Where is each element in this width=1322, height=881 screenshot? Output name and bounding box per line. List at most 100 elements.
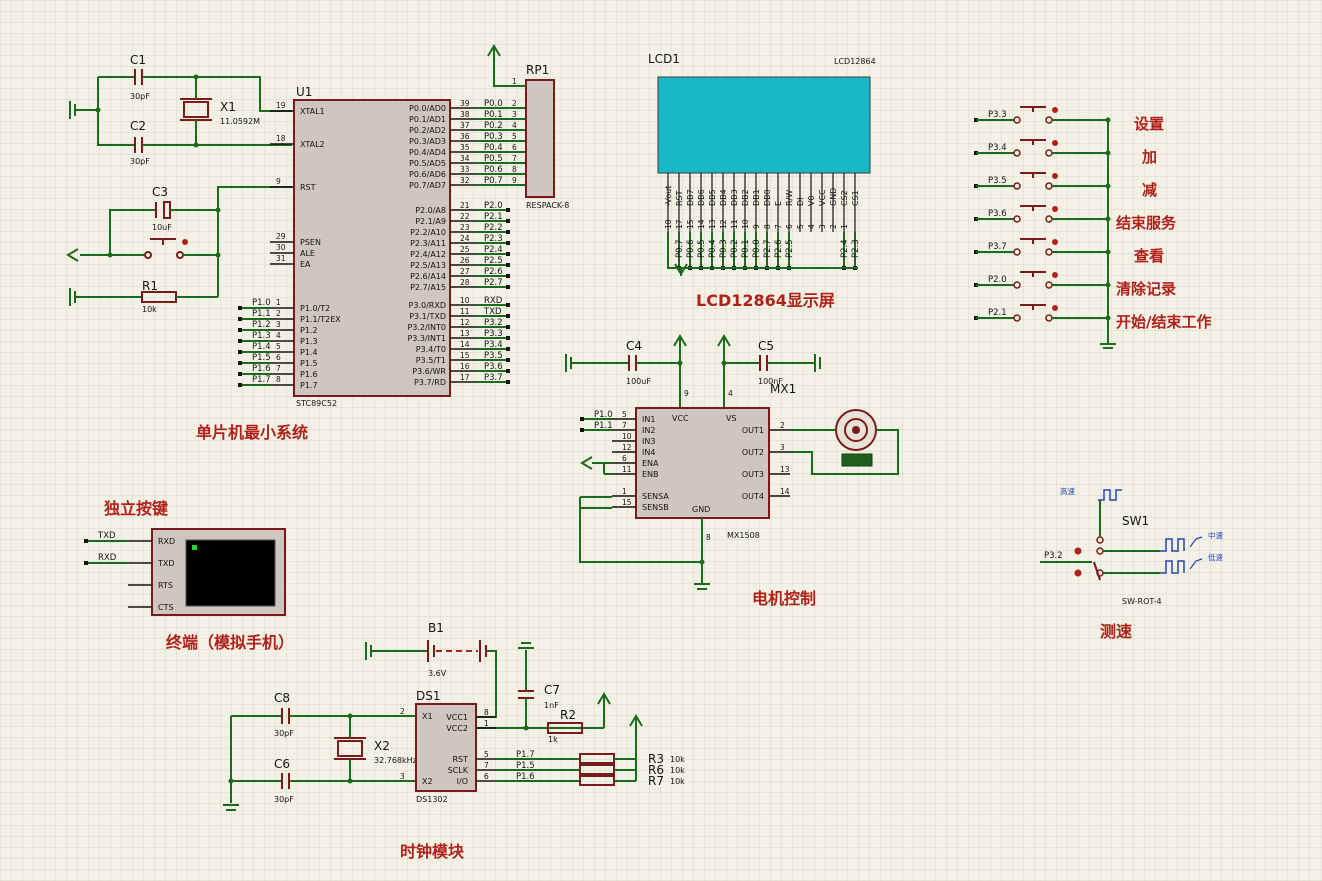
lcd-pin-number: 11 bbox=[730, 219, 739, 229]
u1-net-label: P0.1 bbox=[484, 110, 503, 120]
mx1-pin-number: 4 bbox=[728, 389, 733, 398]
lcd-pin-name: -Vout bbox=[664, 186, 673, 206]
net-terminal bbox=[506, 208, 510, 212]
lcd-pin-name: CS1 bbox=[851, 190, 860, 206]
ds1-part: DS1302 bbox=[416, 795, 448, 804]
u1-net-label: P0.6 bbox=[484, 165, 503, 175]
junction-dot bbox=[1105, 249, 1111, 255]
net-terminal bbox=[238, 383, 242, 387]
lcd-pin-number: 1 bbox=[840, 224, 849, 229]
button-label: 结束服务 bbox=[1116, 214, 1177, 232]
u1-pin-number: 1 bbox=[276, 298, 281, 307]
u1-pin-number: 24 bbox=[460, 234, 470, 243]
ds1-pin-number: 5 bbox=[484, 750, 489, 759]
lcd-net-label: P0.6 bbox=[686, 239, 696, 258]
microcontroller-u1[interactable]: U1 STC89C52 19XTAL118XTAL29RST29PSEN30AL… bbox=[270, 85, 526, 408]
terminal-pin-name: CTS bbox=[158, 603, 174, 612]
lcd-pin-name: GND bbox=[829, 188, 838, 206]
u1-pin-number: 34 bbox=[460, 154, 470, 163]
lcd-pin-number: 15 bbox=[686, 219, 695, 229]
u1-pin-number: 31 bbox=[276, 254, 286, 263]
rp1-pin-number: 5 bbox=[512, 132, 517, 141]
p1-net-label: P1.0 bbox=[252, 298, 271, 308]
mx1-pin-name: ENB bbox=[642, 470, 659, 479]
u1-pin-number: 11 bbox=[460, 307, 470, 316]
r1-value: 10k bbox=[142, 305, 157, 314]
ds1-pin-name: I/O bbox=[457, 777, 468, 786]
keys-section-title: 独立按键 bbox=[104, 499, 168, 518]
ds1-pin-number: 3 bbox=[400, 772, 405, 781]
u1-net-label: P3.3 bbox=[484, 329, 503, 339]
u1-net-label: P2.5 bbox=[484, 256, 503, 266]
c2-ref: C2 bbox=[130, 119, 146, 133]
u1-pin-name: P3.0/RXD bbox=[409, 301, 446, 310]
mx1-pin-name: SENSB bbox=[642, 503, 669, 512]
lcd-display[interactable] bbox=[657, 76, 871, 174]
u1-net-label: P0.7 bbox=[484, 176, 503, 186]
terminal-pin-name: RTS bbox=[158, 581, 173, 590]
mx1-pin-number: 8 bbox=[706, 533, 711, 542]
u1-pin-name: P0.4/AD4 bbox=[409, 148, 446, 157]
dc-motor[interactable] bbox=[835, 409, 877, 467]
u1-pin-name: P2.0/A8 bbox=[415, 206, 446, 215]
u1-pin-name: P3.7/RD bbox=[414, 378, 446, 387]
u1-pin-name: P2.4/A12 bbox=[410, 250, 446, 259]
u1-pin-number: 23 bbox=[460, 223, 470, 232]
ds1-pin-number: 7 bbox=[484, 761, 489, 770]
mx1-pin-name: VS bbox=[726, 414, 737, 423]
net-terminal bbox=[506, 285, 510, 289]
u1-net-label: P3.7 bbox=[484, 373, 503, 383]
button-label: 设置 bbox=[1134, 115, 1164, 133]
u1-pin-number: 10 bbox=[460, 296, 470, 305]
ds1-pin-name: VCC2 bbox=[446, 724, 468, 733]
u1-pin-name: P3.1/TXD bbox=[409, 312, 446, 321]
u1-net-label: RXD bbox=[484, 296, 503, 306]
button-net-label: P2.1 bbox=[988, 308, 1007, 318]
mx1-pin-name: IN4 bbox=[642, 448, 655, 457]
lcd-pin-number: 3 bbox=[818, 224, 827, 229]
u1-pin-name: P1.5 bbox=[300, 359, 318, 368]
mx1-pin-name: IN3 bbox=[642, 437, 655, 446]
speed-low-label: 低速 bbox=[1208, 552, 1224, 562]
mx1-pin-name: OUT2 bbox=[742, 448, 764, 457]
lcd-pin-number: 17 bbox=[675, 219, 684, 229]
lcd-pin-number: 6 bbox=[785, 224, 794, 229]
lcd-pin-number: 18 bbox=[664, 219, 673, 229]
mx1-pin-name: IN1 bbox=[642, 415, 655, 424]
u1-pin-name: P1.1/T2EX bbox=[300, 315, 341, 324]
rp1-pin-number: 3 bbox=[512, 110, 517, 119]
u1-net-label: P0.5 bbox=[484, 154, 503, 164]
u1-pin-name: P1.0/T2 bbox=[300, 304, 330, 313]
u1-pin-name: P0.5/AD5 bbox=[409, 159, 446, 168]
mx1-net-label: P1.1 bbox=[594, 421, 613, 431]
net-terminal bbox=[506, 274, 510, 278]
lcd-net-label: P2.4 bbox=[840, 239, 850, 258]
lcd-pin-number: 13 bbox=[708, 219, 717, 229]
lcd-pin-number: 2 bbox=[829, 224, 838, 229]
rp1-pin-number: 9 bbox=[512, 176, 517, 185]
p1-net-label: P1.2 bbox=[252, 320, 271, 330]
u1-pin-number: 38 bbox=[460, 110, 470, 119]
u1-net-label: P0.3 bbox=[484, 132, 503, 142]
u1-pin-number: 13 bbox=[460, 329, 470, 338]
lcd-pin-name: DB5 bbox=[708, 189, 717, 206]
u1-pin-name: P1.2 bbox=[300, 326, 318, 335]
u1-net-label: P3.6 bbox=[484, 362, 503, 372]
u1-pin-number: 28 bbox=[460, 278, 470, 287]
x2-ref: X2 bbox=[374, 739, 390, 753]
lcd-pin-number: 14 bbox=[697, 219, 706, 229]
net-terminal bbox=[238, 350, 242, 354]
terminal-screen bbox=[185, 539, 276, 607]
ds1-pin-number: 1 bbox=[484, 719, 489, 728]
c3-value: 10uF bbox=[152, 223, 172, 232]
u1-net-label: P2.7 bbox=[484, 278, 503, 288]
u1-net-label: P2.3 bbox=[484, 234, 503, 244]
motor-section-title: 电机控制 bbox=[752, 589, 816, 608]
u1-pin-number: 5 bbox=[276, 342, 281, 351]
u1-pin-name: P2.7/A15 bbox=[410, 283, 446, 292]
u1-pin-name: P3.4/T0 bbox=[416, 345, 446, 354]
lcd-pin-name: DB7 bbox=[686, 189, 695, 206]
c2-value: 30pF bbox=[130, 157, 150, 166]
r7-value: 10k bbox=[670, 777, 685, 786]
lcd-pin-name: V0 bbox=[807, 195, 816, 206]
